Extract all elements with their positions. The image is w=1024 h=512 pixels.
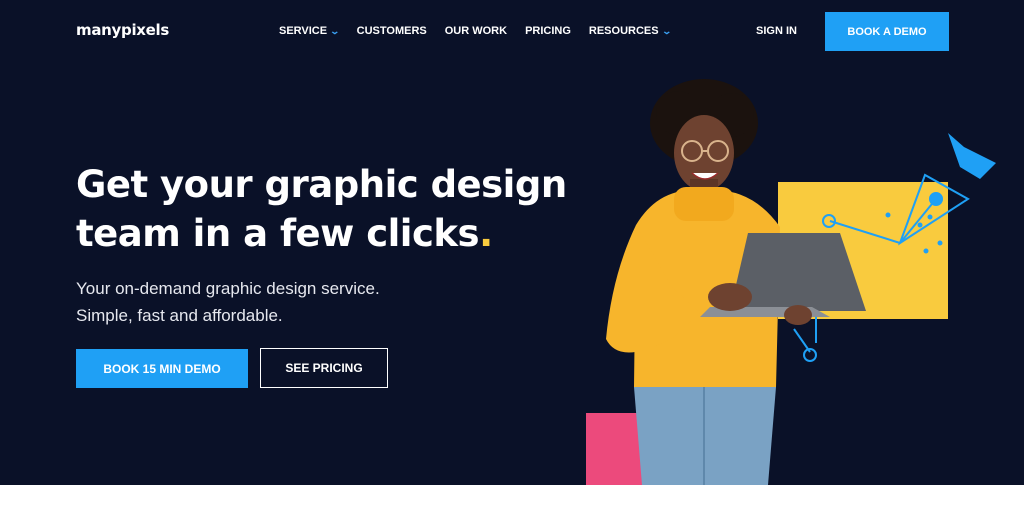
book-demo-button[interactable]: BOOK A DEMO [825, 12, 949, 51]
nav-item-our-work[interactable]: OUR WORK [445, 25, 507, 37]
book-15-min-demo-button[interactable]: BOOK 15 MIN DEMO [76, 349, 248, 388]
nav-item-label: CUSTOMERS [356, 25, 427, 37]
chevron-down-icon: ⌄ [329, 25, 341, 36]
hero-subtitle: Your on-demand graphic design service. S… [76, 275, 496, 329]
hero-section: manypixels SERVICE ⌄ CUSTOMERS OUR WORK … [0, 0, 1024, 485]
nav-item-resources[interactable]: RESOURCES ⌄ [588, 25, 672, 37]
chevron-down-icon: ⌄ [661, 25, 672, 36]
logo[interactable]: manypixels [76, 21, 169, 39]
subtitle-line-1: Your on-demand graphic design service. [76, 279, 380, 298]
nav-item-customers[interactable]: CUSTOMERS [357, 25, 427, 37]
headline-line-1: Get your graphic design [76, 163, 567, 206]
headline-line-2: team in a few clicks [76, 212, 480, 255]
hero-headline: Get your graphic design team in a few cl… [76, 160, 596, 258]
subtitle-line-2: Simple, fast and affordable. [76, 306, 283, 325]
nav-item-pricing[interactable]: PRICING [525, 25, 571, 37]
headline-accent-dot: . [479, 212, 493, 255]
woman-with-laptop-illustration [586, 79, 996, 485]
pink-block [586, 413, 642, 485]
nav-item-service[interactable]: SERVICE ⌄ [279, 25, 341, 37]
nav-item-label: OUR WORK [444, 25, 508, 37]
nav-item-label: SERVICE [279, 25, 328, 37]
nav-item-label: RESOURCES [588, 25, 659, 37]
sign-in-link[interactable]: SIGN IN [756, 25, 797, 37]
nav-item-label: PRICING [525, 25, 571, 37]
see-pricing-button[interactable]: SEE PRICING [260, 348, 388, 388]
main-nav: SERVICE ⌄ CUSTOMERS OUR WORK PRICING RES… [279, 25, 672, 37]
woman-figure [606, 79, 866, 485]
